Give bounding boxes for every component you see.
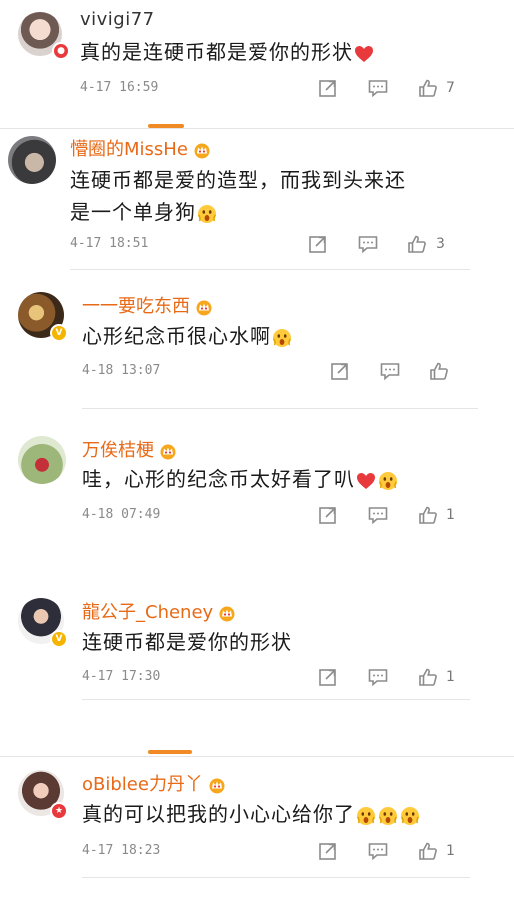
- username[interactable]: oBiblee力丹丫: [82, 770, 227, 796]
- divider: [82, 877, 470, 878]
- verified-badge-icon: ★: [50, 802, 68, 820]
- comment-bubble-icon: [379, 360, 401, 382]
- like-count: 1: [446, 507, 455, 523]
- username[interactable]: 万俟桔梗: [82, 436, 178, 462]
- repost-button[interactable]: [317, 77, 339, 99]
- crown-badge-icon: [207, 776, 227, 794]
- verified-badge-icon: V: [50, 324, 68, 342]
- divider: [82, 699, 470, 700]
- like-count: 1: [446, 669, 455, 685]
- share-square-icon: [329, 360, 351, 382]
- repost-button[interactable]: [317, 504, 339, 526]
- like-count: 7: [446, 80, 455, 96]
- divider: [0, 756, 514, 757]
- crown-badge-icon: [158, 442, 178, 460]
- thumbs-up-icon: [417, 666, 439, 688]
- share-square-icon: [317, 504, 339, 526]
- red-heart-emoji: [353, 43, 375, 65]
- surprised-face-emoji: [355, 805, 377, 827]
- timestamp: 4-18 13:07: [82, 363, 161, 378]
- comment-text-content: 真的是连硬币都是爱你的形状: [80, 40, 353, 64]
- like-button[interactable]: [417, 504, 439, 526]
- share-square-icon: [317, 840, 339, 862]
- username-text: 万俟桔梗: [82, 440, 154, 461]
- comment-button[interactable]: [367, 840, 389, 862]
- timestamp: 4-18 07:49: [82, 507, 161, 522]
- comment-text-line: 是一个单身狗: [70, 196, 406, 228]
- comment-button[interactable]: [357, 233, 379, 255]
- comment-text: 真的是连硬币都是爱你的形状: [80, 36, 375, 68]
- crown-badge-icon: [194, 298, 214, 316]
- like-button[interactable]: [417, 77, 439, 99]
- username-text: 一一要吃东西: [82, 296, 190, 317]
- avatar[interactable]: [8, 136, 56, 184]
- share-square-icon: [317, 666, 339, 688]
- comment-text-content: 心形纪念币很心水啊: [82, 324, 271, 348]
- crown-badge-icon: [192, 141, 212, 159]
- like-button[interactable]: [428, 360, 450, 382]
- username[interactable]: 龍公子_Cheney: [82, 598, 237, 624]
- like-count: 1: [446, 843, 455, 859]
- comment-text: 连硬币都是爱的造型，而我到头来还 是一个单身狗: [70, 164, 406, 228]
- thumbs-up-icon: [417, 840, 439, 862]
- like-button[interactable]: [417, 840, 439, 862]
- comment-text: 连硬币都是爱你的形状: [82, 630, 292, 654]
- repost-button[interactable]: [307, 233, 329, 255]
- like-button[interactable]: [417, 666, 439, 688]
- comment-bubble-icon: [367, 840, 389, 862]
- like-count: 3: [436, 236, 445, 252]
- comment-text: 心形纪念币很心水啊: [82, 320, 293, 352]
- like-button[interactable]: [406, 233, 428, 255]
- surprised-face-emoji: [271, 327, 293, 349]
- avatar[interactable]: [18, 436, 66, 484]
- username[interactable]: 懵圈的MissHe: [70, 135, 212, 161]
- username[interactable]: vivigi77: [80, 9, 155, 30]
- thumbs-up-icon: [428, 360, 450, 382]
- timestamp: 4-17 16:59: [80, 80, 159, 95]
- comment-button[interactable]: [367, 666, 389, 688]
- username-text: oBiblee力丹丫: [82, 774, 203, 795]
- section-marker: [148, 750, 192, 754]
- comment-bubble-icon: [367, 666, 389, 688]
- verified-badge-icon: ●: [52, 42, 70, 60]
- repost-button[interactable]: [317, 666, 339, 688]
- comment-text: 真的可以把我的小心心给你了: [82, 798, 421, 830]
- share-square-icon: [307, 233, 329, 255]
- comment-text-content: 哇，心形的纪念币太好看了叭: [82, 467, 355, 491]
- comment-button[interactable]: [379, 360, 401, 382]
- surprised-face-emoji: [196, 203, 218, 225]
- comment-text-line: 连硬币都是爱的造型，而我到头来还: [70, 168, 406, 192]
- divider: [70, 269, 470, 270]
- username-text: 懵圈的MissHe: [70, 139, 188, 160]
- comment-bubble-icon: [367, 77, 389, 99]
- comment-button[interactable]: [367, 77, 389, 99]
- comment-text-content: 是一个单身狗: [70, 200, 196, 224]
- repost-button[interactable]: [317, 840, 339, 862]
- surprised-face-emoji: [377, 470, 399, 492]
- timestamp: 4-17 18:51: [70, 236, 149, 251]
- thumbs-up-icon: [417, 77, 439, 99]
- username-text: 龍公子_Cheney: [82, 602, 214, 623]
- divider: [82, 408, 478, 409]
- crown-badge-icon: [217, 604, 237, 622]
- repost-button[interactable]: [329, 360, 351, 382]
- thumbs-up-icon: [417, 504, 439, 526]
- timestamp: 4-17 18:23: [82, 843, 161, 858]
- comment-bubble-icon: [367, 504, 389, 526]
- comment-button[interactable]: [367, 504, 389, 526]
- divider: [0, 128, 514, 129]
- surprised-face-emoji: [377, 805, 399, 827]
- share-square-icon: [317, 77, 339, 99]
- verified-badge-icon: V: [50, 630, 68, 648]
- comment-text: 哇，心形的纪念币太好看了叭: [82, 463, 399, 495]
- red-heart-emoji: [355, 470, 377, 492]
- thumbs-up-icon: [406, 233, 428, 255]
- comment-bubble-icon: [357, 233, 379, 255]
- username[interactable]: 一一要吃东西: [82, 292, 214, 318]
- comment-text-content: 真的可以把我的小心心给你了: [82, 802, 355, 826]
- timestamp: 4-17 17:30: [82, 669, 161, 684]
- surprised-face-emoji: [399, 805, 421, 827]
